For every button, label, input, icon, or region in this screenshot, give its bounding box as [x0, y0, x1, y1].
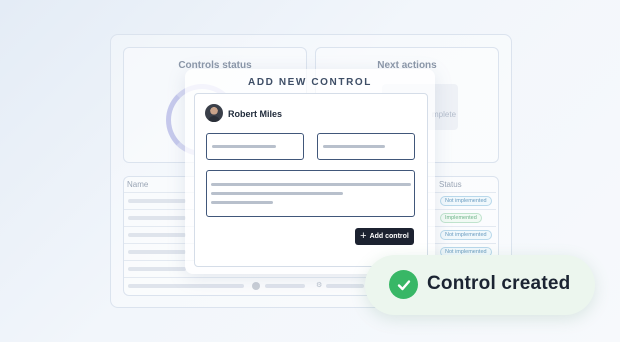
modal-title: ADD NEW CONTROL — [248, 77, 372, 88]
field-placeholder-line — [211, 183, 411, 186]
field-placeholder-line — [212, 145, 276, 148]
add-control-button[interactable]: + Add control — [355, 228, 414, 245]
table-row-placeholder — [128, 233, 186, 237]
add-control-button-label: Add control — [369, 233, 409, 240]
plus-icon: + — [360, 229, 367, 242]
status-badge: Not implemented — [440, 196, 492, 206]
field-placeholder-line — [211, 201, 273, 204]
status-badge: Implemented — [440, 213, 482, 223]
table-row-gear-icon: ⚙ — [316, 282, 323, 289]
table-header-status: Status — [439, 180, 462, 189]
table-row-placeholder — [128, 199, 186, 203]
field-placeholder-line — [323, 145, 385, 148]
table-row-placeholder — [128, 284, 244, 288]
table-row-placeholder — [265, 284, 305, 288]
control-description-field[interactable] — [206, 170, 415, 217]
field-placeholder-line — [211, 192, 343, 195]
control-category-field[interactable] — [317, 133, 415, 160]
toast-message: Control created — [427, 273, 571, 294]
table-row-avatar — [252, 282, 260, 290]
table-header-name: Name — [127, 180, 149, 189]
next-actions-item-text: mplete — [432, 110, 457, 119]
status-badge: Not implemented — [440, 230, 492, 240]
control-name-field[interactable] — [206, 133, 304, 160]
user-avatar — [205, 104, 223, 122]
check-icon — [389, 270, 418, 299]
user-name: Robert Miles — [228, 109, 283, 119]
table-row-placeholder — [128, 216, 186, 220]
table-row-placeholder — [128, 267, 186, 271]
table-row-placeholder — [326, 284, 364, 288]
table-row-placeholder — [128, 250, 186, 254]
